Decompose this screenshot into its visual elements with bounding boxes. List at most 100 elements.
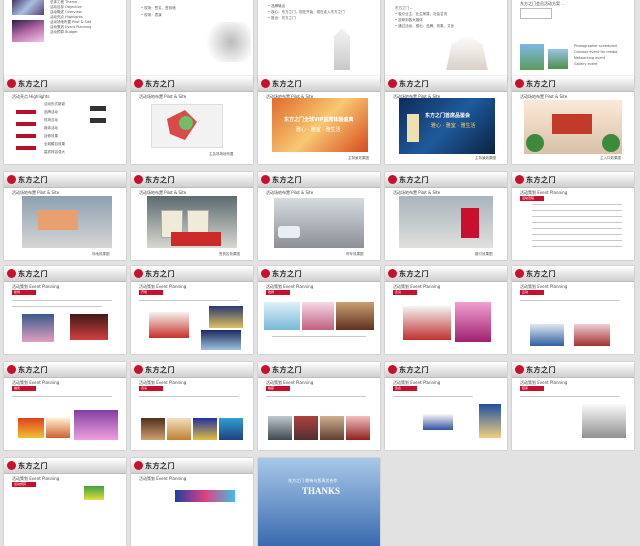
slide-header: 东方之门 (258, 172, 380, 188)
brand-name: 东方之门 (526, 269, 556, 278)
text-line (12, 396, 112, 397)
bullet-line: • 品牌输出 (268, 4, 286, 8)
image-caption: 签到区效果图 (219, 252, 240, 256)
slide-thumbnail-25[interactable]: 东方之门 活动策划 Event Planning 结束 (512, 362, 634, 450)
slide-thumbnail-14[interactable]: 东方之门 活动场地布置 Pilot & Site 路引效果图 (385, 172, 507, 260)
slide-thumbnail-15[interactable]: 东方之门 活动策划 Event Planning 活动流程 (512, 172, 634, 260)
brand-name: 东方之门 (145, 79, 175, 88)
brand-name: 东方之门 (399, 79, 429, 88)
highlight-item: 媒体活动 (44, 126, 58, 130)
section-tag: 抽奖 (12, 386, 36, 391)
slide-thumbnail-2[interactable]: • 现场：签名、签到墙 • 现场：表演 (131, 0, 253, 82)
slide-thumbnail-22[interactable]: 东方之门 活动策划 Event Planning 表演 (131, 362, 253, 450)
slide-thumbnail-17[interactable]: 东方之门 活动策划 Event Planning 开场 (131, 266, 253, 354)
slide-thumbnail-12[interactable]: 东方之门 活动场地布置 Pilot & Site 签到区效果图 (131, 172, 253, 260)
schedule-row (532, 234, 622, 235)
slide-thumbnail-7[interactable]: 东方之门 活动场地布置 Pilot & Site 主会场场地布置 (131, 76, 253, 164)
text-line (520, 396, 620, 397)
slide-thumbnail-27[interactable]: 东方之门 活动策划 Event Planning (131, 458, 253, 546)
slide-thumbnail-13[interactable]: 东方之门 活动场地布置 Pilot & Site 停车效果图 (258, 172, 380, 260)
table-row: Photographer scheduled (574, 44, 617, 48)
slide-header: 东方之门 (4, 76, 126, 92)
brand-logo-icon (7, 175, 16, 184)
event-photo (320, 416, 344, 440)
text-line (272, 336, 366, 337)
event-photo (141, 418, 165, 440)
section-tag: 表演 (393, 290, 417, 295)
slide-thumbnail-16[interactable]: 东方之门 活动策划 Event Planning 暖场 (4, 266, 126, 354)
slide-header: 东方之门 (4, 362, 126, 378)
slide-thumbnail-28[interactable]: 东方之门 期待与您再次合作 THANKS (258, 458, 380, 546)
image-caption: 主入口效果图 (600, 156, 621, 160)
slide-thumbnail-18[interactable]: 东方之门 活动策划 Event Planning 致辞 (258, 266, 380, 354)
slide-header: 东方之门 (258, 362, 380, 378)
section-tag: 互动 (520, 290, 544, 295)
highlight-label (16, 122, 36, 126)
slide-title: 活动亮点 Highlights (12, 94, 50, 99)
event-photo (268, 416, 292, 440)
event-photo (219, 418, 243, 440)
schedule-row (532, 204, 622, 205)
brand-logo-icon (261, 269, 270, 278)
bullet-line: • 推出：东方之门 (268, 16, 296, 20)
brand-name: 东方之门 (18, 365, 48, 374)
brand-name: 东方之门 (272, 79, 302, 88)
slide-thumbnail-23[interactable]: 东方之门 活动策划 Event Planning 晚宴 (258, 362, 380, 450)
dark-tag (90, 118, 106, 123)
slide-thumbnail-21[interactable]: 东方之门 活动策划 Event Planning 抽奖 (4, 362, 126, 450)
slide-thumbnail-3[interactable]: • 品牌输出 • 核心：东方之门，现在开始，现在走入东方之门 • 推出：东方之门 (258, 0, 380, 82)
faded-tower (334, 28, 350, 70)
venue-stage (38, 210, 78, 230)
section-tag: 致辞 (266, 290, 290, 295)
table-row: Networking event (574, 56, 606, 60)
brand-logo-icon (134, 269, 143, 278)
brand-logo-icon (388, 79, 397, 88)
section-tag: 开场 (139, 290, 163, 295)
slide-thumbnail-1[interactable]: 总体工程 Theme 活动目标 Objective 活动概述 Overview … (4, 0, 126, 82)
performance-photo (455, 302, 491, 342)
slide-thumbnail-10[interactable]: 东方之门 活动场地布置 Pilot & Site 主入口效果图 (512, 76, 634, 164)
bullet-line: • 核心：东方之门，现在开始，现在走入东方之门 (268, 10, 345, 14)
event-photo (193, 418, 217, 440)
slide-thumbnail-20[interactable]: 东方之门 活动策划 Event Planning 互动 (512, 266, 634, 354)
brand-logo-icon (261, 365, 270, 374)
venue-plants (526, 134, 544, 152)
slide-thumbnail-19[interactable]: 东方之门 活动策划 Event Planning 表演 (385, 266, 507, 354)
event-photo (74, 410, 118, 440)
slide-thumbnail-9[interactable]: 东方之门 活动场地布置 Pilot & Site 东方之门首席品鉴会 雅心 · … (385, 76, 507, 164)
image-caption: 路引效果图 (475, 252, 493, 256)
slide-header: 东方之门 (385, 362, 507, 378)
brand-name: 东方之门 (272, 269, 302, 278)
image-caption: 停车效果图 (346, 252, 364, 256)
signboard (461, 208, 479, 238)
highlight-item: 品牌活动 (44, 110, 58, 114)
slide-title: 活动场地布置 Pilot & Site (139, 94, 187, 99)
slide-title: 活动场地布置 Pilot & Site (266, 190, 314, 195)
tower-graphic (407, 114, 419, 142)
backdrop-title: 东方之门全球VIP首席体验盛典 (284, 117, 354, 123)
highlight-item: 活动形式新颖 (44, 102, 65, 106)
section-tag: 活动预算 (12, 482, 36, 487)
brand-logo-icon (7, 79, 16, 88)
slide-thumbnail-11[interactable]: 东方之门 活动场地布置 Pilot & Site 场地效果图 (4, 172, 126, 260)
slide-thumbnail-26[interactable]: 东方之门 活动策划 Event Planning 活动预算 (4, 458, 126, 546)
image-caption: 场地效果图 (92, 252, 110, 256)
text-line (393, 396, 473, 397)
event-photo (294, 416, 318, 440)
brand-logo-icon (134, 461, 143, 470)
slide-thumbnail-4[interactable]: 东方之门 ... • 吸引业主、业主家属、社会名流 • 延伸到各大媒体 • 通过… (385, 0, 507, 82)
highlight-item: 现场互动 (44, 118, 58, 122)
slide-header: 东方之门 (385, 172, 507, 188)
schedule-row (532, 246, 622, 247)
event-photo (46, 418, 70, 438)
brand-logo-icon (515, 365, 524, 374)
brand-logo-icon (7, 461, 16, 470)
slide-thumbnail-8[interactable]: 东方之门 活动场地布置 Pilot & Site 东方之门全球VIP首席体验盛典… (258, 76, 380, 164)
slide-header: 东方之门 (131, 362, 253, 378)
event-photo (336, 302, 374, 330)
slide-thumbnail-5[interactable]: 东方之门会员活动方案 ... Photographer scheduled Ou… (512, 0, 634, 82)
slide-sorter-grid: 总体工程 Theme 活动目标 Objective 活动概述 Overview … (0, 0, 640, 546)
brand-name: 东方之门 (145, 365, 175, 374)
slide-thumbnail-6[interactable]: 东方之门 活动亮点 Highlights 活动形式新颖 品牌活动 现场互动 媒体… (4, 76, 126, 164)
slide-thumbnail-24[interactable]: 东方之门 活动策划 Event Planning 签名 (385, 362, 507, 450)
